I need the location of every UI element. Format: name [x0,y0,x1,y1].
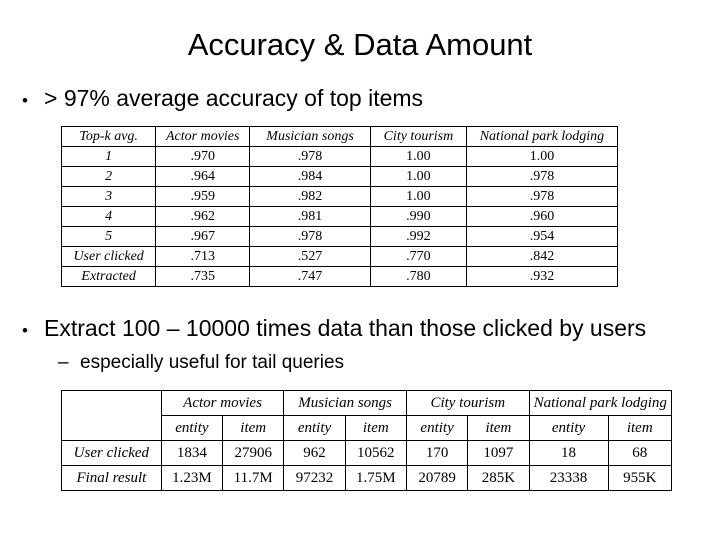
bullet-text-extract: Extract 100 – 10000 times data than thos… [44,315,647,341]
cell-value: 1.00 [369,146,467,167]
table-row: 1 .970 .978 1.00 1.00 [60,146,619,167]
row-label: User clicked [61,440,162,466]
table-row: User clicked 1834 27906 962 10562 170 10… [61,440,672,466]
group-header-musician-songs: Musician songs [283,390,407,416]
cell-value: 1097 [467,440,530,466]
cell-value: 1.00 [465,146,619,167]
data-amount-table: Actor movies Musician songs City tourism… [61,390,673,491]
subbullet-text-tail-queries: especially useful for tail queries [80,352,345,373]
corner-cell [61,390,162,441]
table-row: 4 .962 .981 .990 .960 [60,206,619,227]
cell-value: .970 [155,146,251,167]
cell-value: .747 [249,266,371,287]
row-label: User clicked [60,246,157,267]
cell-value: 1.00 [369,166,467,187]
subcolumn-header-entity: entity [283,415,346,441]
cell-value: .978 [465,166,619,187]
row-label: 5 [60,226,157,247]
subcolumn-header-item: item [467,415,530,441]
table-row: User clicked .713 .527 .770 .842 [60,246,619,267]
page-title: Accuracy & Data Amount [187,27,533,62]
cell-value: .981 [249,206,371,227]
cell-value: .713 [155,246,251,267]
cell-value: 285K [467,465,530,491]
cell-value: 1834 [160,440,224,466]
cell-value: 20789 [405,465,469,491]
subbullet-item-tail-queries: – especially useful for tail queries [58,351,344,375]
row-label: 4 [60,206,157,227]
accuracy-table: Top-k avg. Actor movies Musician songs C… [60,126,619,287]
subcolumn-header-item: item [344,415,407,441]
column-header-topk: Top-k avg. [60,126,157,147]
group-header-actor-movies: Actor movies [160,390,285,416]
table-row: 3 .959 .982 1.00 .978 [60,186,619,207]
cell-value: .962 [155,206,251,227]
table-row: Extracted .735 .747 .780 .932 [60,266,619,287]
column-header-national-park-lodging: National park lodging [465,126,619,147]
cell-value: .842 [465,246,619,267]
row-label: Extracted [60,266,157,287]
column-header-actor-movies: Actor movies [155,126,251,147]
cell-value: 68 [607,440,672,466]
row-label: Final result [61,465,162,491]
cell-value: .964 [155,166,251,187]
cell-value: .932 [465,266,619,287]
subcolumn-header-entity: entity [160,415,224,441]
cell-value: 962 [283,440,346,466]
row-label: 3 [60,186,157,207]
cell-value: 18 [528,440,609,466]
cell-value: .982 [249,186,371,207]
dash-marker-icon: – [58,352,69,373]
cell-value: .992 [369,226,467,247]
cell-value: .984 [249,166,371,187]
subcolumn-header-item: item [222,415,285,441]
subcolumn-header-entity: entity [405,415,469,441]
cell-value: .960 [465,206,619,227]
table-group-header-row: Actor movies Musician songs City tourism… [61,390,673,441]
cell-value: .780 [369,266,467,287]
column-header-city-tourism: City tourism [369,126,467,147]
bullet-item-accuracy: • > 97% average accuracy of top items [22,84,423,115]
cell-value: .967 [155,226,251,247]
bullet-marker-icon: • [22,91,28,110]
cell-value: 1.23M [160,465,224,491]
cell-value: .978 [249,146,371,167]
table-row: Final result 1.23M 11.7M 97232 1.75M 207… [61,465,672,491]
bullet-item-extract: • Extract 100 – 10000 times data than th… [22,314,646,345]
table-row: 5 .967 .978 .992 .954 [60,226,619,247]
table-header-row: Top-k avg. Actor movies Musician songs C… [60,126,619,147]
cell-value: 97232 [283,465,346,491]
cell-value: .735 [155,266,251,287]
cell-value: 11.7M [222,465,285,491]
subcolumn-header-entity: entity [528,415,609,441]
column-header-musician-songs: Musician songs [249,126,371,147]
cell-value: 955K [607,465,672,491]
group-header-national-park-lodging: National park lodging [528,390,673,416]
bullet-marker-icon: • [22,321,28,340]
subcolumn-header-item: item [607,415,672,441]
cell-value: .527 [249,246,371,267]
cell-value: .978 [465,186,619,207]
cell-value: .990 [369,206,467,227]
cell-value: .959 [155,186,251,207]
cell-value: 27906 [222,440,285,466]
bullet-text-accuracy: > 97% average accuracy of top items [44,85,424,111]
cell-value: .954 [465,226,619,247]
cell-value: 170 [405,440,469,466]
group-header-city-tourism: City tourism [405,390,530,416]
cell-value: 10562 [344,440,407,466]
cell-value: 1.75M [344,465,407,491]
cell-value: 1.00 [369,186,467,207]
cell-value: 23338 [528,465,609,491]
table-row: 2 .964 .984 1.00 .978 [60,166,619,187]
cell-value: .770 [369,246,467,267]
row-label: 1 [60,146,157,167]
row-label: 2 [60,166,157,187]
cell-value: .978 [249,226,371,247]
